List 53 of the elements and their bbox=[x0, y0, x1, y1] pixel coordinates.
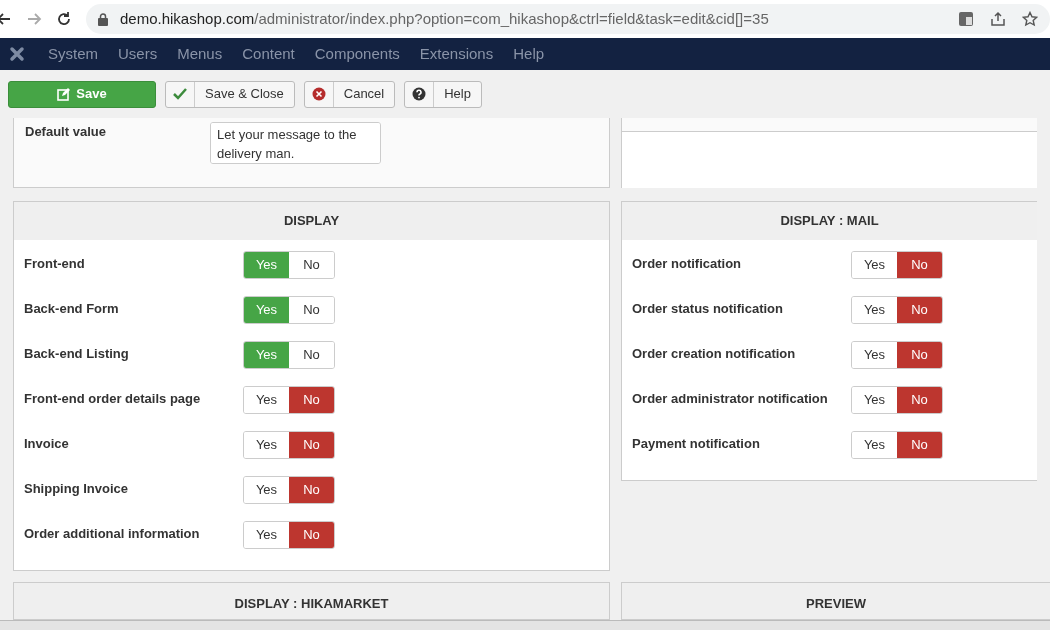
cancel-button[interactable]: Cancel bbox=[303, 80, 396, 108]
save-close-button[interactable]: Save & Close bbox=[165, 80, 295, 108]
toggle-option[interactable]: No bbox=[289, 477, 334, 503]
menu-item[interactable]: Users bbox=[108, 42, 168, 66]
panel-title: PREVIEW bbox=[806, 595, 866, 613]
lock-icon bbox=[98, 12, 108, 26]
field-label: Order status notification bbox=[632, 300, 784, 318]
field-label: Invoice bbox=[24, 435, 70, 453]
toggle-option[interactable]: Yes bbox=[244, 252, 289, 278]
menu-item[interactable]: System bbox=[38, 42, 108, 66]
toggle-option[interactable]: No bbox=[897, 252, 942, 278]
question-icon bbox=[412, 87, 427, 101]
edit-icon bbox=[57, 87, 71, 101]
back-icon[interactable] bbox=[0, 11, 12, 27]
logo-icon[interactable] bbox=[8, 45, 26, 63]
address-bar[interactable]: demo.hikashop.com/administrator/index.php?option=com_hikashop&ctrl=field&task=edit&cid[]=35 bbox=[86, 4, 1050, 34]
menu-item[interactable]: Help bbox=[503, 42, 555, 66]
field-label: Order notification bbox=[632, 255, 743, 273]
field-label: Payment notification bbox=[632, 435, 761, 453]
toggle-option[interactable]: Yes bbox=[244, 297, 289, 323]
menu-item[interactable]: Components bbox=[304, 42, 410, 66]
field-label: Shipping Invoice bbox=[24, 480, 129, 498]
menu-item[interactable]: Extensions bbox=[409, 42, 504, 66]
cancel-icon bbox=[311, 87, 326, 101]
save-button[interactable]: Save bbox=[8, 80, 156, 108]
field-label: Order creation notification bbox=[632, 345, 797, 363]
field-label: Default value bbox=[25, 123, 107, 141]
toggle-option[interactable]: No bbox=[897, 387, 942, 413]
field-label: Order administrator notification bbox=[632, 390, 829, 408]
toggle-option[interactable]: No bbox=[289, 522, 334, 548]
panel-title: DISPLAY bbox=[283, 212, 340, 231]
toggle-option[interactable]: No bbox=[289, 387, 334, 413]
default-value-field[interactable]: Let your message to the delivery man. bbox=[210, 122, 381, 164]
star-icon[interactable] bbox=[1022, 11, 1038, 27]
field-label: Back-end Listing bbox=[24, 345, 130, 363]
toggle-option[interactable]: No bbox=[897, 342, 942, 368]
help-button[interactable]: Help bbox=[404, 80, 482, 108]
panel-title: DISPLAY : MAIL bbox=[780, 212, 879, 231]
url-text: demo.hikashop.com/administrator/index.php?option=com_hikashop&ctrl=field&task=edit&cid[]=35 bbox=[120, 8, 769, 29]
menu-item[interactable]: Content bbox=[232, 42, 305, 66]
field-label: Front-end order details page bbox=[24, 390, 202, 408]
toggle-option[interactable]: No bbox=[897, 297, 942, 323]
field-label: Front-end bbox=[24, 255, 86, 273]
panel-title: DISPLAY : HIKAMARKET bbox=[234, 595, 389, 613]
field-label: Order additional information bbox=[24, 525, 201, 543]
field-label: Back-end Form bbox=[24, 300, 120, 318]
toggle-option[interactable]: Yes bbox=[244, 342, 289, 368]
toggle-option[interactable]: No bbox=[897, 432, 942, 458]
check-icon bbox=[173, 88, 187, 100]
reload-icon[interactable] bbox=[56, 11, 72, 27]
menu-item[interactable]: Menus bbox=[167, 42, 233, 66]
toggle-option[interactable]: No bbox=[289, 432, 334, 458]
share-icon[interactable] bbox=[990, 11, 1006, 27]
